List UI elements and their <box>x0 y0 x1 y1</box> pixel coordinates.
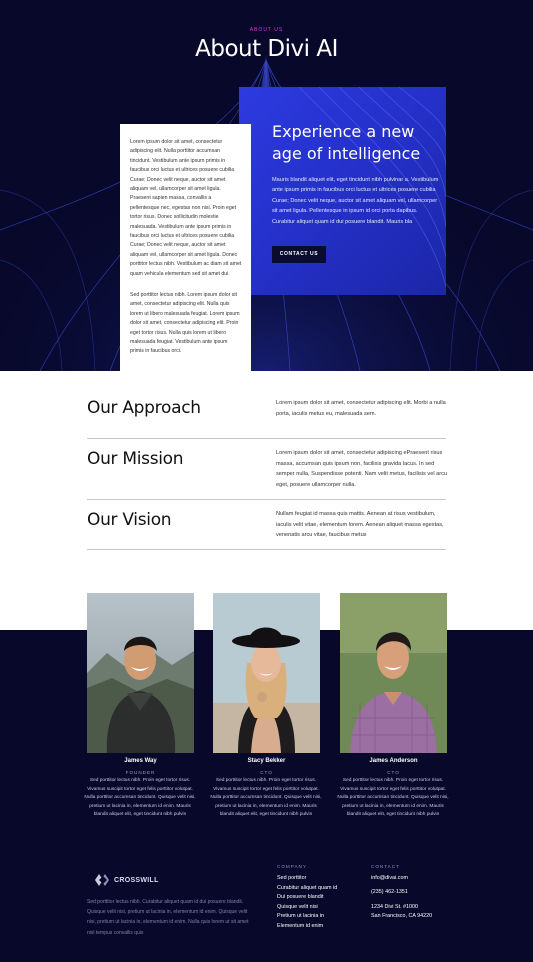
footer-link[interactable]: Sed porttitor <box>277 874 357 884</box>
vision-title: Our Vision <box>87 510 172 530</box>
text-card-paragraph: Sed porttitor lectus nibh. Lorem ipsum d… <box>130 292 240 355</box>
footer-link[interactable]: Pretium ut lacinia in <box>277 912 357 922</box>
text-card-paragraph: Lorem ipsum dolor sit amet, consectetur … <box>130 139 242 277</box>
team-member-bio: Sed porttitor lectus nibh. Proin eget to… <box>84 778 196 818</box>
vision-text: Nullam feugiat id massa quis mattis. Aen… <box>276 511 444 539</box>
text-card: Lorem ipsum dolor sit amet, consectetur … <box>120 124 251 371</box>
contact-heading: CONTACT <box>371 864 400 869</box>
company-links: Sed porttitor Curabitur aliquet quam id … <box>277 874 357 932</box>
team-member-role: FOUNDER <box>125 770 156 775</box>
mission-title: Our Mission <box>87 449 184 469</box>
feature-card-body: Mauris blandit aliquet elit, eget tincid… <box>272 177 439 225</box>
contact-address-line: San Francisco, CA 94220 <box>371 913 433 919</box>
logo-text: CROSSWILL <box>114 877 159 884</box>
footer-description: Sed porttitor lectus nibh. Curabitur ali… <box>87 899 249 936</box>
footer-link[interactable]: Curabitur aliquet quam id <box>277 884 357 894</box>
team-member-role: CTO <box>260 770 273 775</box>
person-portrait-image <box>340 593 447 753</box>
eyebrow-label: ABOUT US <box>249 27 284 33</box>
mission-text: Lorem ipsum dolor sit amet, consectetur … <box>276 450 447 488</box>
person-portrait-image <box>87 593 194 753</box>
page-title: About Divi AI <box>195 36 338 62</box>
feature-card-heading: Experience a new age of intelligence <box>272 122 421 163</box>
contact-phone[interactable]: (235) 462-1351 <box>371 888 408 898</box>
team-member-photo <box>340 593 447 753</box>
person-portrait-image <box>213 593 320 753</box>
footer-link[interactable]: Dui posuere blandit <box>277 893 357 903</box>
approach-title: Our Approach <box>87 398 201 418</box>
team-member-name: Stacy Bekker <box>247 758 286 764</box>
contact-us-button[interactable]: CONTACT US <box>272 246 326 263</box>
team-member-name: James Way <box>124 758 157 764</box>
company-heading: COMPANY <box>277 864 307 869</box>
section-divider <box>87 549 446 550</box>
contact-email[interactable]: info@divai.com <box>371 874 408 884</box>
feature-card: Experience a new age of intelligence Mau… <box>239 87 446 295</box>
section-divider <box>87 438 446 439</box>
team-member-name: James Anderson <box>369 758 418 764</box>
footer-link[interactable]: Elementum id enim <box>277 922 357 932</box>
footer-link[interactable]: Quisque velit nisi <box>277 903 357 913</box>
team-member-photo <box>213 593 320 753</box>
hero-section: ABOUT US About Divi AI Experience a new … <box>0 0 533 371</box>
team-member-photo <box>87 593 194 753</box>
crosswill-logo-icon <box>95 874 109 886</box>
team-member-bio: Sed porttitor lectus nibh. Proin eget to… <box>337 778 449 818</box>
section-divider <box>87 499 446 500</box>
approach-text: Lorem ipsum dolor sit amet, consectetur … <box>276 400 446 417</box>
team-member-bio: Sed porttitor lectus nibh. Proin eget to… <box>210 778 322 818</box>
team-member-role: CTO <box>387 770 400 775</box>
